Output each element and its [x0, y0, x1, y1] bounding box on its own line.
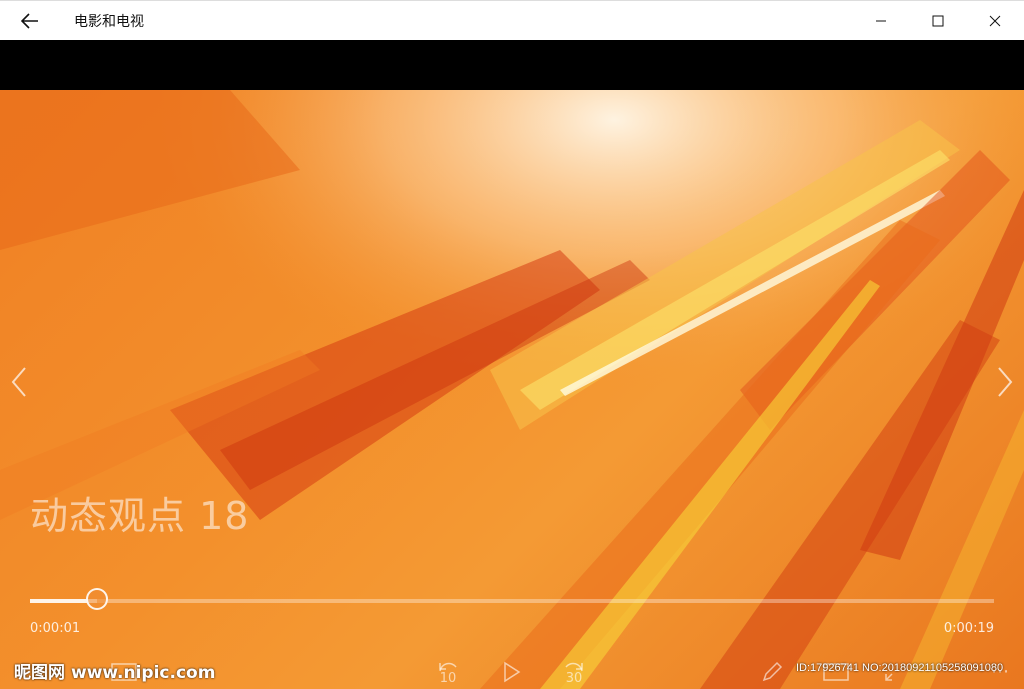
chevron-right-icon — [998, 367, 1013, 397]
skip-back-button[interactable]: 10 — [430, 654, 466, 689]
video-overlay-title: 动态观点 18 — [30, 494, 250, 538]
skip-forward-label: 30 — [565, 670, 583, 686]
title-bar: 电影和电视 — [0, 0, 1024, 40]
play-icon — [504, 661, 521, 682]
app-title: 电影和电视 — [74, 13, 144, 30]
maximize-button[interactable] — [909, 1, 967, 41]
letterbox-bar — [0, 40, 1024, 90]
watermark-logo: 昵图网 www.nipic.com — [14, 658, 215, 683]
chevron-left-icon — [11, 367, 26, 397]
video-player[interactable]: 动态观点 18 0:00:01 0:00:19 10 30 ⋯ 昵图网 www.… — [0, 90, 1024, 689]
minimize-button[interactable] — [852, 1, 910, 41]
skip-back-label: 10 — [439, 670, 457, 686]
current-time: 0:00:01 — [30, 621, 81, 636]
maximize-icon — [932, 15, 944, 27]
skip-forward-button[interactable]: 30 — [556, 654, 592, 689]
total-time: 0:00:19 — [943, 621, 994, 636]
play-button[interactable] — [494, 654, 530, 689]
seek-bar[interactable] — [30, 588, 994, 610]
watermark-id: ID:17926741 NO:20180921105258091080 — [796, 662, 1004, 674]
edit-button[interactable] — [754, 654, 790, 689]
close-button[interactable] — [966, 1, 1024, 41]
next-button[interactable] — [990, 362, 1020, 402]
watermark-site: www.nipic.com — [71, 663, 216, 683]
close-icon — [989, 15, 1001, 27]
back-button[interactable] — [0, 1, 60, 41]
pencil-icon — [762, 661, 783, 681]
previous-button[interactable] — [4, 362, 34, 402]
watermark-brand: 昵图网 — [14, 663, 65, 683]
minimize-icon — [876, 20, 886, 22]
arrow-left-icon — [21, 12, 38, 29]
